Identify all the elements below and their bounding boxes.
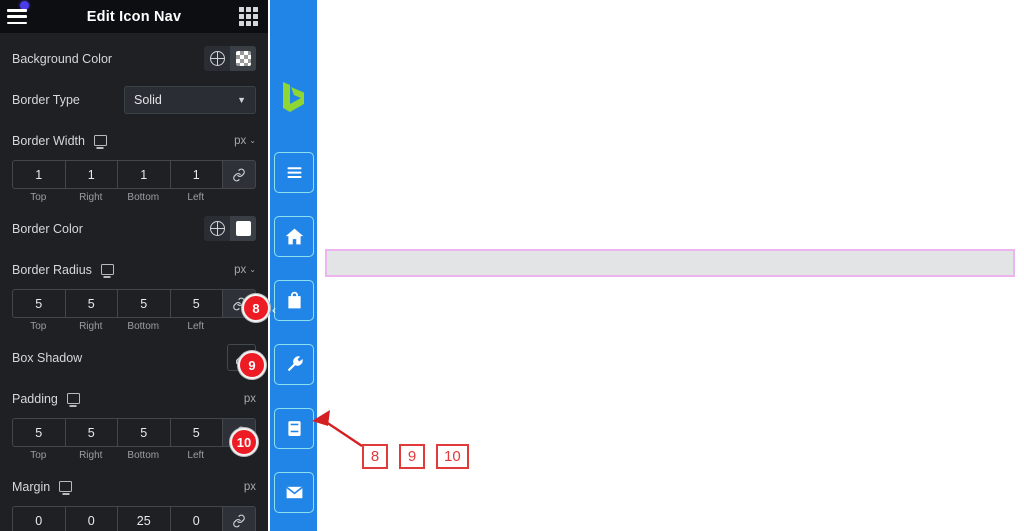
content-placeholder-bar (325, 249, 1015, 277)
border-radius-unit-label: px (234, 263, 247, 276)
screenshot-root: Edit Icon Nav Background Color Border Ty… (0, 0, 1024, 531)
panel-title: Edit Icon Nav (86, 8, 182, 25)
padding-top-label: Top (30, 450, 47, 461)
wrench-icon (287, 356, 303, 372)
border-radius-top-label: Top (30, 321, 47, 332)
margin-left-input[interactable]: 0 (169, 506, 222, 531)
padding-unit[interactable]: px (244, 393, 256, 405)
row-border-radius: Border Radius px ⌄ (12, 254, 256, 285)
hamburger-icon[interactable] (7, 9, 27, 24)
border-width-unit[interactable]: px ⌄ (234, 135, 256, 147)
panel-body: Background Color Border Type Solid ▼ Bor… (0, 43, 268, 531)
box-shadow-label: Box Shadow (12, 350, 83, 365)
margin-dims: 0 0 25 0 Top Right Bottom Left (12, 506, 256, 531)
padding-right-label: Right (79, 450, 103, 461)
margin-unit[interactable]: px (244, 481, 256, 493)
border-radius-top-input[interactable]: 5 (12, 289, 65, 318)
padding-unit-label: px (243, 392, 256, 405)
border-radius-right-label: Right (79, 321, 103, 332)
annotation-badge-9: 9 (238, 351, 266, 379)
menu-bars-icon (287, 167, 301, 179)
border-width-right-label: Right (79, 192, 103, 203)
row-border-color: Border Color (12, 213, 256, 244)
margin-right-input[interactable]: 0 (64, 506, 117, 531)
margin-bottom-input[interactable]: 25 (117, 506, 170, 531)
border-width-top-input[interactable]: 1 (12, 160, 65, 189)
margin-unit-label: px (243, 480, 256, 493)
border-radius-left-label: Left (187, 321, 205, 332)
border-width-right-input[interactable]: 1 (64, 160, 117, 189)
link-chain-icon[interactable] (222, 506, 256, 531)
background-color-label: Background Color (12, 51, 113, 66)
border-color-label: Border Color (12, 221, 83, 236)
desktop-icon[interactable] (100, 264, 114, 275)
border-width-left-input[interactable]: 1 (169, 160, 222, 189)
background-color-swatches[interactable] (204, 46, 256, 71)
globe-icon[interactable] (204, 216, 230, 241)
chevron-down-icon: ▼ (237, 94, 246, 105)
border-type-select[interactable]: Solid ▼ (124, 85, 256, 114)
padding-right-input[interactable]: 5 (64, 418, 117, 447)
chevron-down-icon: ⌄ (249, 136, 256, 145)
row-border-type: Border Type Solid ▼ (12, 84, 256, 115)
row-border-width: Border Width px ⌄ (12, 125, 256, 156)
border-width-left-label: Left (187, 192, 205, 203)
annotation-badge-8: 8 (242, 294, 270, 322)
desktop-icon[interactable] (93, 135, 107, 146)
padding-dims: 5 5 5 5 Top Right Bottom Left (12, 418, 256, 461)
border-radius-right-input[interactable]: 5 (64, 289, 117, 318)
border-width-top-label: Top (30, 192, 47, 203)
border-radius-bottom-input[interactable]: 5 (117, 289, 170, 318)
margin-label: Margin (12, 479, 51, 494)
padding-bottom-input[interactable]: 5 (117, 418, 170, 447)
collapse-chevron-icon[interactable]: ‹ (272, 303, 276, 317)
border-type-label: Border Type (12, 92, 80, 107)
border-width-dims: 1 1 1 1 Top Right Bottom Left (12, 160, 256, 203)
border-radius-unit[interactable]: px ⌄ (234, 264, 256, 276)
padding-top-input[interactable]: 5 (12, 418, 65, 447)
link-chain-icon[interactable] (222, 160, 256, 189)
border-width-bottom-label: Bottom (127, 192, 160, 203)
margin-top-input[interactable]: 0 (12, 506, 65, 531)
border-radius-left-input[interactable]: 5 (169, 289, 222, 318)
callout-box-10: 10 (436, 444, 469, 469)
row-margin: Margin px (12, 471, 256, 502)
callout-box-9: 9 (399, 444, 425, 469)
border-radius-label: Border Radius (12, 262, 92, 277)
bing-b-logo[interactable] (279, 80, 309, 114)
border-color-swatches[interactable] (204, 216, 256, 241)
border-width-label: Border Width (12, 133, 85, 148)
envelope-icon (285, 486, 303, 499)
desktop-icon[interactable] (66, 393, 80, 404)
border-width-unit-label: px (234, 134, 247, 147)
edit-panel: Edit Icon Nav Background Color Border Ty… (0, 0, 268, 531)
annotation-badge-10: 10 (230, 428, 258, 456)
nav-item-shop[interactable] (274, 280, 314, 321)
nav-item-mail[interactable] (274, 472, 314, 513)
nav-item-menu[interactable] (274, 152, 314, 193)
padding-label: Padding (12, 391, 58, 406)
panel-header: Edit Icon Nav (0, 0, 268, 33)
border-color-swatch[interactable] (230, 216, 256, 241)
padding-bottom-label: Bottom (127, 450, 160, 461)
desktop-icon[interactable] (59, 481, 73, 492)
border-radius-bottom-label: Bottom (127, 321, 160, 332)
nav-item-home[interactable] (274, 216, 314, 257)
grid-apps-icon[interactable] (239, 7, 258, 26)
row-padding: Padding px (12, 383, 256, 414)
padding-left-input[interactable]: 5 (169, 418, 222, 447)
chevron-down-icon: ⌄ (249, 265, 256, 274)
background-color-swatch[interactable] (230, 46, 256, 71)
nav-item-tools[interactable] (274, 344, 314, 385)
padding-left-label: Left (187, 450, 205, 461)
globe-icon[interactable] (204, 46, 230, 71)
shopping-bag-icon (287, 291, 301, 309)
callout-box-8: 8 (362, 444, 388, 469)
border-type-value: Solid (134, 92, 162, 107)
row-background-color: Background Color (12, 43, 256, 74)
home-icon (285, 228, 303, 245)
border-width-bottom-input[interactable]: 1 (117, 160, 170, 189)
border-radius-dims: 5 5 5 5 Top Right Bottom Left (12, 289, 256, 332)
row-box-shadow: Box Shadow (12, 342, 256, 373)
